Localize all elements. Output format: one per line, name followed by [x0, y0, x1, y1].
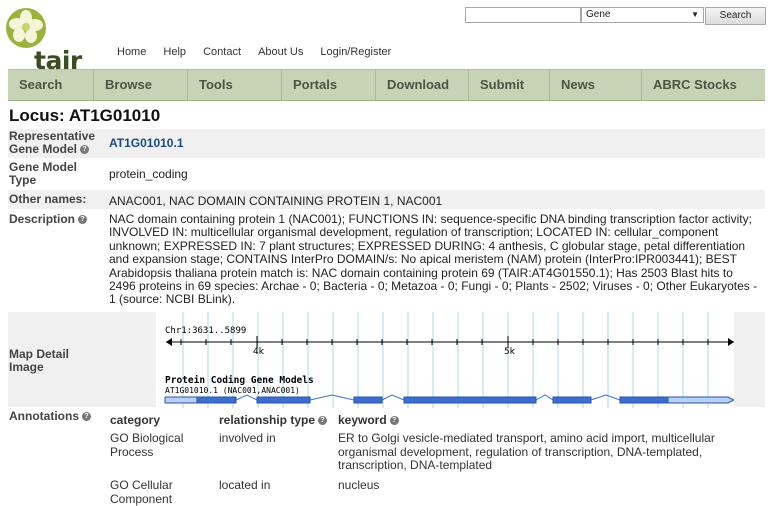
- tab-submit[interactable]: Submit: [469, 70, 550, 100]
- annotation-relationship: located in: [219, 479, 270, 493]
- annotations-label-text: Annotations: [9, 409, 79, 423]
- search-button[interactable]: Search: [705, 7, 766, 25]
- description-label-text: Description: [9, 212, 75, 226]
- tair-logo[interactable]: tair: [4, 6, 86, 68]
- description-line: NAC domain containing protein 1 (NAC001)…: [109, 213, 764, 226]
- rep-gene-model-link[interactable]: AT1G01010.1: [109, 137, 184, 150]
- description-line: 2496 proteins in 69 species: Archae - 0;…: [109, 280, 764, 293]
- help-icon[interactable]: ?: [78, 215, 87, 224]
- nav-about-link[interactable]: About Us: [258, 46, 303, 58]
- annotations-label: Annotations?: [9, 410, 91, 423]
- map-ruler: [166, 336, 734, 348]
- help-icon[interactable]: ?: [80, 145, 89, 154]
- description-line: INVOLVED IN: multicellular organismal de…: [109, 226, 764, 239]
- search-type-select[interactable]: Gene ▼: [581, 7, 704, 23]
- annotation-category-line: Component: [110, 493, 173, 506]
- description-line: Arabidopsis thaliana protein match is: N…: [109, 267, 764, 280]
- tab-download[interactable]: Download: [376, 70, 469, 100]
- main-nav: Search Browse Tools Portals Download Sub…: [8, 69, 765, 101]
- description-line: and expansion stage; CONTAINS InterPro D…: [109, 253, 764, 266]
- annotation-keywords[interactable]: nucleus: [338, 479, 379, 493]
- annotation-keyword-line[interactable]: ER to Golgi vesicle-mediated transport, …: [338, 432, 715, 446]
- nav-contact-link[interactable]: Contact: [203, 46, 241, 58]
- annotation-relationship: involved in: [219, 432, 276, 446]
- annotation-category: GO Biological Process: [110, 432, 183, 459]
- annotation-header-category: category: [110, 413, 160, 427]
- page-title: Locus: AT1G01010: [9, 106, 160, 126]
- tab-browse[interactable]: Browse: [94, 70, 188, 100]
- top-nav: Home Help Contact About Us Login/Registe…: [117, 46, 405, 58]
- map-tick-4k: 4k: [253, 347, 265, 357]
- annotation-keyword-line[interactable]: organismal development, regulation of tr…: [338, 446, 715, 460]
- description-row: Description? NAC domain containing prote…: [8, 210, 765, 312]
- annotation-keyword-line[interactable]: transcription, DNA-templated: [338, 459, 715, 473]
- nav-home-link[interactable]: Home: [117, 46, 146, 58]
- help-icon[interactable]: ?: [390, 416, 399, 425]
- map-tick-5k: 5k: [504, 347, 516, 357]
- page-header: tair Home Help Contact About Us Login/Re…: [0, 0, 771, 68]
- annotation-header-keyword-text: keyword: [338, 413, 387, 427]
- dropdown-arrow-icon: ▼: [691, 8, 699, 22]
- tab-tools[interactable]: Tools: [188, 70, 282, 100]
- help-icon[interactable]: ?: [318, 416, 327, 425]
- rep-gene-model-row: Representative Gene Model? AT1G01010.1: [8, 129, 765, 158]
- nav-help-link[interactable]: Help: [163, 46, 186, 58]
- annotation-header-relationship: relationship type?: [219, 413, 327, 427]
- map-detail-label: Map Detail Image: [9, 348, 89, 374]
- annotation-category: GO Cellular Component: [110, 479, 173, 506]
- gene-model-type-row: Gene Model Type protein_coding: [8, 159, 765, 189]
- description-value: NAC domain containing protein 1 (NAC001)…: [109, 213, 764, 307]
- map-range-label: Chr1:3631..5899: [165, 326, 246, 336]
- annotation-keywords[interactable]: ER to Golgi vesicle-mediated transport, …: [338, 432, 715, 473]
- annotation-keyword-line[interactable]: nucleus: [338, 479, 379, 493]
- search-input[interactable]: [465, 7, 581, 23]
- tab-news[interactable]: News: [550, 70, 642, 100]
- other-names-label: Other names:: [9, 193, 86, 206]
- gene-map-image[interactable]: Chr1:3631..5899 4k 5k Protein Coding Gen…: [156, 312, 734, 408]
- annotation-category-line: GO Cellular: [110, 479, 173, 493]
- annotation-category-line: Process: [110, 446, 183, 460]
- annotation-header-relationship-text: relationship type: [219, 413, 315, 427]
- tab-search[interactable]: Search: [8, 70, 94, 100]
- gene-model-glyph[interactable]: [165, 395, 734, 403]
- map-model-label: AT1G01010.1 (NAC001,ANAC001): [165, 386, 300, 395]
- gene-map-svg: Chr1:3631..5899 4k 5k Protein Coding Gen…: [156, 312, 734, 408]
- map-track-title: Protein Coding Gene Models: [165, 375, 314, 386]
- nav-login-link[interactable]: Login/Register: [320, 46, 391, 58]
- annotation-category-line: GO Biological: [110, 432, 183, 446]
- annotation-header-keyword: keyword?: [338, 413, 399, 427]
- other-names-row: Other names: ANAC001, NAC DOMAIN CONTAIN…: [8, 190, 765, 209]
- description-line: 1 (source: NCBI BLink).: [109, 293, 764, 306]
- rep-gene-model-label: Representative Gene Model?: [9, 130, 101, 156]
- tab-portals[interactable]: Portals: [282, 70, 376, 100]
- help-icon[interactable]: ?: [82, 412, 91, 421]
- gene-model-type-label: Gene Model Type: [9, 161, 89, 187]
- tab-abrc-stocks[interactable]: ABRC Stocks: [642, 70, 765, 100]
- other-names-value: ANAC001, NAC DOMAIN CONTAINING PROTEIN 1…: [109, 195, 442, 208]
- gene-model-type-value: protein_coding: [109, 168, 188, 181]
- description-label: Description?: [9, 213, 87, 226]
- search-type-value: Gene: [586, 9, 610, 20]
- description-line: unknown; EXPRESSED IN: 7 plant structure…: [109, 240, 764, 253]
